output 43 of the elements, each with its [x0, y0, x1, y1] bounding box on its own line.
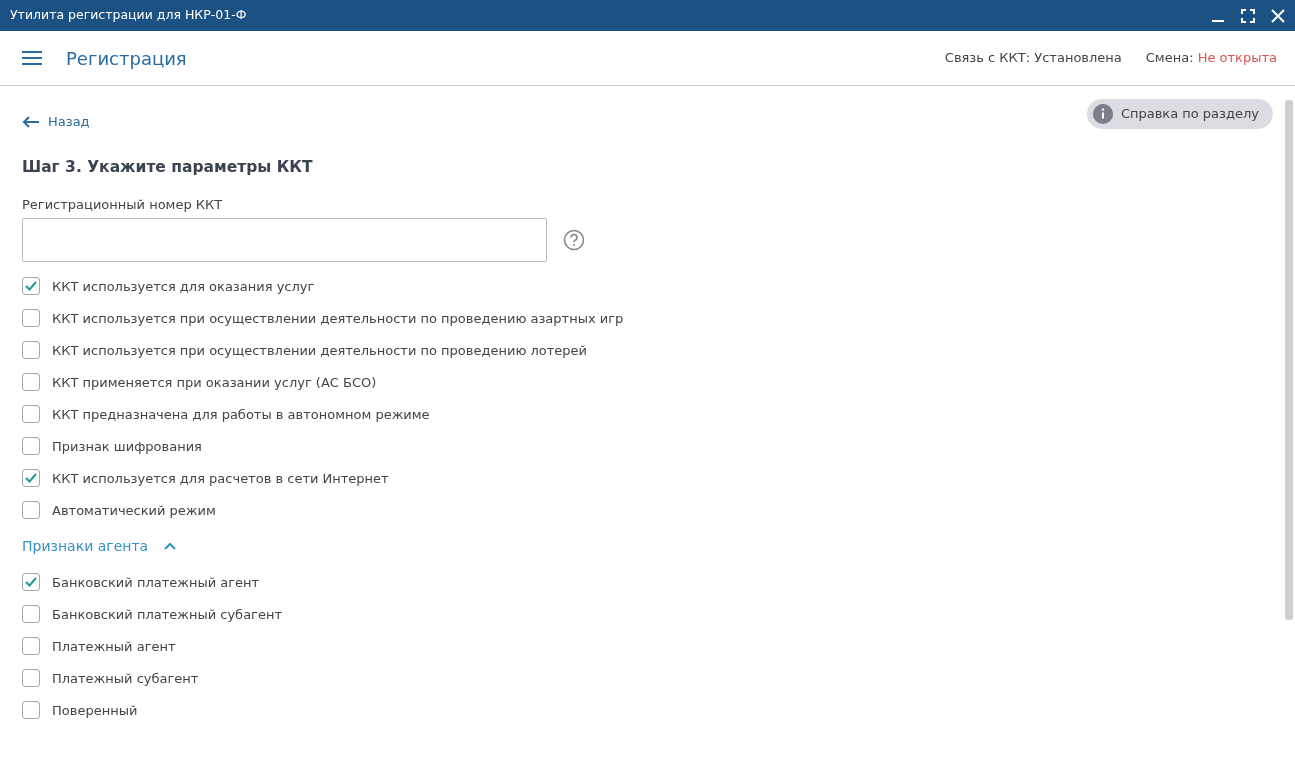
checkbox[interactable] [22, 341, 40, 360]
section-toggle[interactable]: Признаки агента [22, 530, 1273, 563]
help-icon[interactable] [563, 229, 585, 252]
back-arrow-icon [22, 115, 40, 128]
checkbox[interactable] [22, 405, 40, 424]
checkbox[interactable] [22, 309, 40, 328]
checkbox[interactable] [22, 437, 40, 456]
shift-status: Смена: Не открыта [1145, 49, 1277, 68]
checkbox[interactable] [22, 469, 40, 488]
back-link[interactable]: Назад [22, 112, 90, 132]
checkbox[interactable] [22, 701, 40, 720]
checkbox-label: Признак шифрования [52, 437, 202, 456]
checkbox-label: ККТ используется при осуществлении деятельности по проведению азартных игр [52, 309, 624, 328]
field-label: Регистрационный номер ККТ [22, 195, 224, 214]
step-heading: Шаг 3. Укажите параметры ККТ [22, 156, 314, 178]
checkbox[interactable] [22, 637, 40, 656]
menu-icon[interactable] [22, 51, 42, 65]
checkbox-label: ККТ применяется при оказании услуг (АС БСО) [52, 373, 377, 392]
checkbox[interactable] [22, 501, 40, 520]
checkbox-label: ККТ используется для расчетов в сети Интернет [52, 469, 389, 488]
info-icon [1092, 103, 1113, 124]
checkbox[interactable] [22, 277, 40, 296]
window-title: Утилита регистрации для НКР-01-Ф [10, 6, 247, 25]
checkbox[interactable] [22, 373, 40, 392]
checkbox-label: ККТ используется при осуществлении деятельности по проведению лотерей [52, 341, 587, 360]
checkbox-label: Платежный агент [52, 637, 176, 656]
checkbox-label: Банковский платежный агент [52, 573, 260, 592]
checkbox-label: Банковский платежный субагент [52, 605, 282, 624]
checkbox[interactable] [22, 669, 40, 688]
registration-number-field[interactable] [22, 218, 547, 263]
close-icon[interactable] [1271, 8, 1285, 23]
scrollbar[interactable] [1285, 100, 1293, 620]
checkbox[interactable] [22, 573, 40, 592]
help-button[interactable]: Справка по разделу [1086, 98, 1273, 129]
checkbox-label: Поверенный [52, 701, 138, 720]
maximize-icon[interactable] [1241, 8, 1255, 23]
checkbox-label: Автоматический режим [52, 501, 216, 520]
connection-status: Связь с ККТ: Установлена [944, 49, 1122, 68]
checkbox-label: ККТ предназначена для работы в автономном режиме [52, 405, 430, 424]
checkbox[interactable] [22, 605, 40, 624]
checkbox-label: ККТ используется для оказания услуг [52, 277, 315, 296]
page-title: Регистрация [66, 46, 187, 71]
checkbox-label: Платежный субагент [52, 669, 199, 688]
